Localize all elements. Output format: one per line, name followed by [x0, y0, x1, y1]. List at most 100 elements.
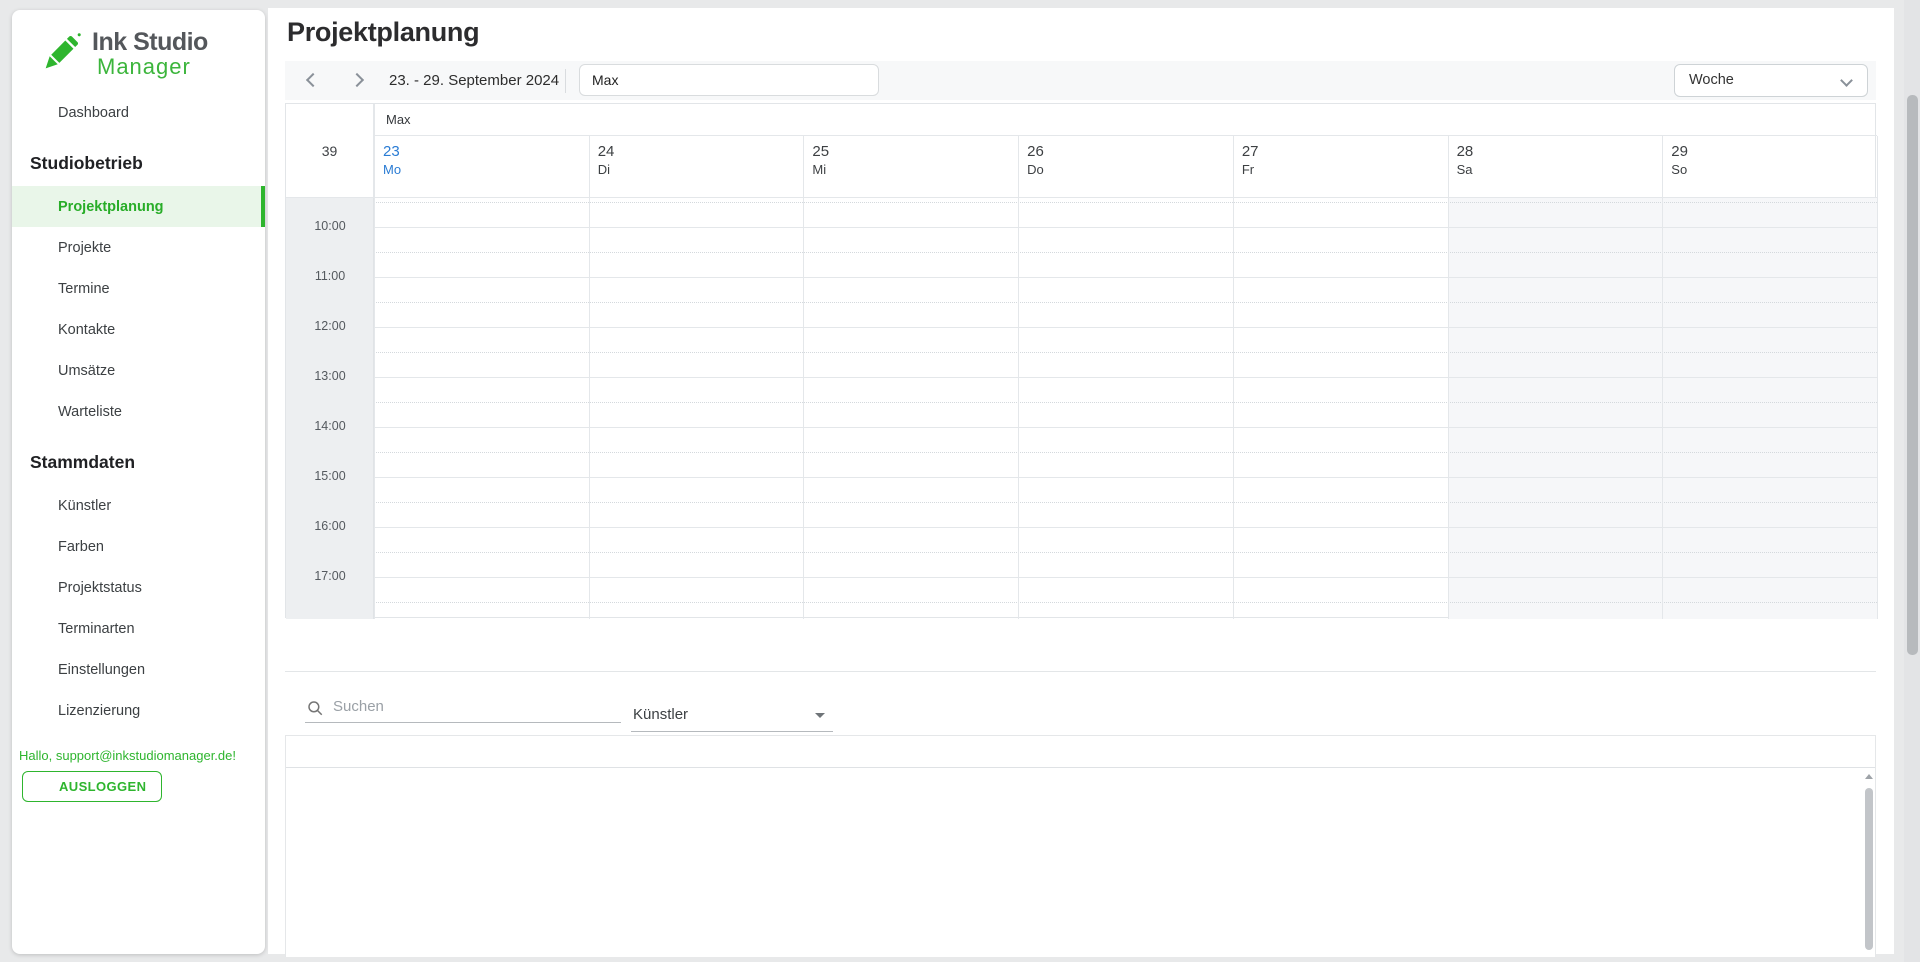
next-week-button[interactable]: [337, 61, 377, 100]
day-header-cell[interactable]: 26 Do: [1018, 136, 1233, 198]
hour-line: [374, 577, 1877, 578]
day-abbreviation: Di: [598, 161, 804, 178]
hourglass-icon: [26, 402, 46, 422]
bubbles-icon: [26, 578, 46, 598]
logout-button[interactable]: AUSLOGGEN: [22, 771, 162, 802]
sidebar-item-label: Projektplanung: [58, 199, 164, 215]
date-range-label: 23. - 29. September 2024: [389, 72, 559, 89]
sidebar-item-terminarten[interactable]: Terminarten: [12, 608, 265, 649]
gear-icon: [26, 660, 46, 680]
sidebar-item-einstellungen[interactable]: Einstellungen: [12, 649, 265, 690]
day-header-cell[interactable]: 25 Mi: [803, 136, 1018, 198]
sidebar-item-label: Projektstatus: [58, 580, 142, 596]
sidebar-item-projektstatus[interactable]: Projektstatus: [12, 567, 265, 608]
sidebar-item-umsaetze[interactable]: Umsätze: [12, 350, 265, 391]
home-icon: [26, 103, 46, 123]
page-scrollbar-thumb[interactable]: [1907, 95, 1918, 655]
sidebar-item-label: Kontakte: [58, 322, 115, 338]
sidebar-section-title: Stammdaten: [12, 432, 265, 485]
scroll-up-arrow-icon[interactable]: [1865, 774, 1873, 779]
hour-line: [374, 527, 1877, 528]
half-hour-line: [374, 202, 1877, 203]
brand-line1: Ink Studio: [92, 30, 208, 55]
toolbar-divider: [565, 69, 566, 93]
sidebar-item-projekte[interactable]: Projekte: [12, 227, 265, 268]
half-hour-line: [374, 452, 1877, 453]
artist-select[interactable]: Künstler: [631, 701, 833, 732]
sidebar-item-kontakte[interactable]: Kontakte: [12, 309, 265, 350]
time-label: 16:00: [286, 519, 374, 535]
group-icon: [26, 320, 46, 340]
day-abbreviation: Mo: [383, 161, 589, 178]
half-hour-line: [374, 252, 1877, 253]
sidebar-item-label: Projekte: [58, 240, 111, 256]
hour-line: [374, 227, 1877, 228]
view-select[interactable]: Woche: [1674, 64, 1868, 97]
day-abbreviation: Do: [1027, 161, 1233, 178]
scheduler-toolbar: 23. - 29. September 2024 Woche: [285, 61, 1876, 100]
table-header-row: [286, 736, 1875, 768]
sidebar-item-label: Termine: [58, 281, 110, 297]
week-number-cell: 39: [286, 104, 374, 198]
greeting-text: Hallo, support@inkstudiomanager.de!: [12, 748, 265, 763]
page-title: Projektplanung: [287, 17, 479, 48]
half-hour-line: [374, 602, 1877, 603]
previous-week-button[interactable]: [293, 61, 333, 100]
bottom-tabbar: [285, 629, 1876, 672]
day-abbreviation: Mi: [812, 161, 1018, 178]
sidebar-item-farben[interactable]: Farben: [12, 526, 265, 567]
week-number: 39: [322, 143, 338, 159]
hour-line: [374, 377, 1877, 378]
day-abbreviation: Sa: [1457, 161, 1663, 178]
view-select-value: Woche: [1689, 72, 1734, 88]
sidebar-item-termine[interactable]: Termine: [12, 268, 265, 309]
brand-line2: Manager: [92, 56, 208, 78]
header-bottom-line: [286, 197, 1877, 198]
column-line: [1662, 136, 1663, 619]
hour-line: [374, 277, 1877, 278]
sidebar-item-warteliste[interactable]: Warteliste: [12, 391, 265, 432]
column-line: [1018, 136, 1019, 619]
key-icon: [26, 701, 46, 721]
sidebar-item-label: Warteliste: [58, 404, 122, 420]
time-label: 11:00: [286, 269, 374, 285]
column-line: [1233, 136, 1234, 619]
day-abbreviation: Fr: [1242, 161, 1448, 178]
palette-icon: [26, 537, 46, 557]
artist-filter-input[interactable]: [579, 64, 879, 96]
day-header-cell[interactable]: 23 Mo: [374, 136, 589, 198]
half-hour-line: [374, 302, 1877, 303]
time-label: 13:00: [286, 369, 374, 385]
sidebar-section-title: Studiobetrieb: [12, 133, 265, 186]
time-gutter: [286, 198, 374, 619]
column-line: [1448, 136, 1449, 619]
sidebar-section: Stammdaten Künstler Farben Projektstatus…: [12, 432, 265, 731]
sidebar-item-label: Dashboard: [58, 105, 129, 121]
search-input[interactable]: [305, 694, 621, 723]
sidebar-item-label: Einstellungen: [58, 662, 145, 678]
column-line: [1877, 136, 1878, 619]
table-scrollbar-thumb[interactable]: [1865, 788, 1873, 950]
sidebar-item-projektplanung[interactable]: Projektplanung: [12, 186, 265, 227]
resource-header-row: Max: [374, 104, 1877, 136]
sidebar-section-items: Künstler Farben Projektstatus Terminarte…: [12, 485, 265, 731]
sidebar-item-kuenstler[interactable]: Künstler: [12, 485, 265, 526]
bubbles-icon: [26, 619, 46, 639]
sidebar-section: Studiobetrieb Projektplanung Projekte Te…: [12, 133, 265, 432]
hour-line: [374, 477, 1877, 478]
day-header-cell[interactable]: 24 Di: [589, 136, 804, 198]
hour-line: [374, 427, 1877, 428]
sidebar-item-label: Farben: [58, 539, 104, 555]
artist-select-label: Künstler: [633, 706, 688, 723]
day-header-cell[interactable]: 29 So: [1662, 136, 1877, 198]
page-scrollbar[interactable]: [1904, 0, 1920, 962]
sidebar-item-dashboard[interactable]: Dashboard: [12, 92, 265, 133]
clock-icon: [26, 197, 46, 217]
contacts-table: [285, 735, 1876, 957]
day-header-cell[interactable]: 28 Sa: [1448, 136, 1663, 198]
scheduler-week-view: 39 Max 23 Mo 24 Di 25 Mi 26 Do 27 Fr 28 …: [285, 103, 1876, 618]
day-header-cell[interactable]: 27 Fr: [1233, 136, 1448, 198]
sidebar-item-label: Lizenzierung: [58, 703, 140, 719]
sidebar-item-lizenzierung[interactable]: Lizenzierung: [12, 690, 265, 731]
sidebar-section-items: Projektplanung Projekte Termine Kontakte…: [12, 186, 265, 432]
